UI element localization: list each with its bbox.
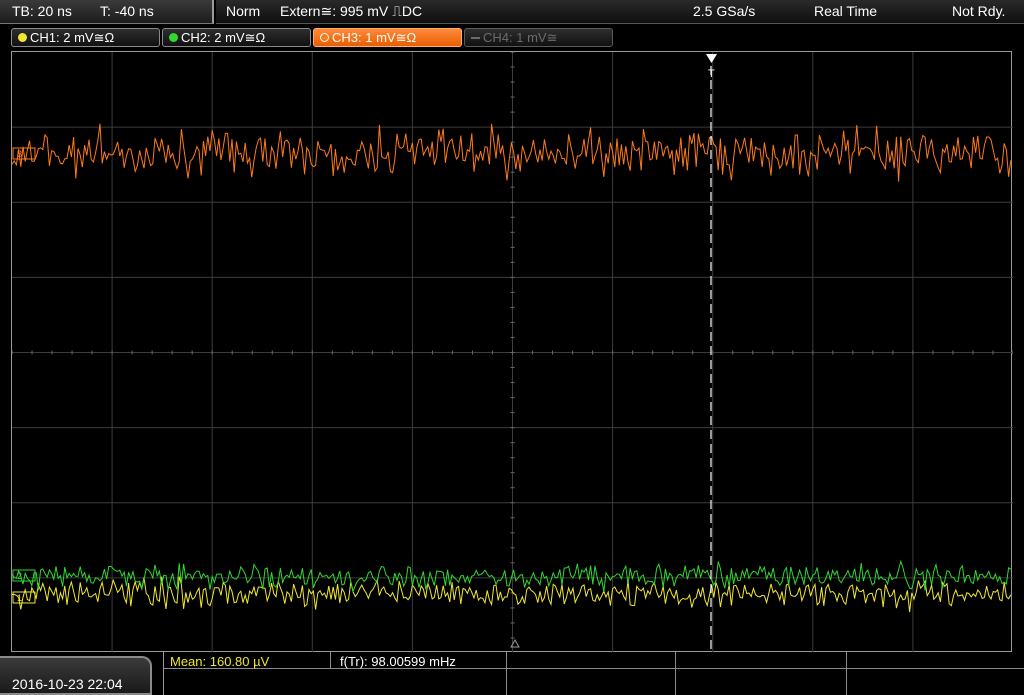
mean-measurement: Mean: 160.80 µV — [170, 654, 270, 669]
channel-2-label: CH2: 2 mV≅Ω — [181, 30, 266, 45]
channel-2-marker-label: 2 — [17, 571, 22, 581]
trigger-offset-value: T: -40 ns — [100, 3, 154, 19]
channel-2-button[interactable]: CH2: 2 mV≅Ω — [162, 28, 311, 47]
channel-2-waveform — [12, 559, 1012, 594]
channel-3-marker-label: 3 — [17, 149, 22, 159]
trigger-status-strip[interactable]: Norm Extern≅: 995 mV ⎍DC 2.5 GSa/s Real … — [216, 0, 1024, 24]
measurement-cell-mean: Mean: 160.80 µV — [164, 652, 331, 669]
channel-1-dot-icon — [18, 33, 27, 42]
measurement-cell-empty — [847, 652, 1024, 669]
bottom-bar: 2016-10-23 22:04 Mean: 160.80 µV f(Tr): … — [0, 652, 1024, 695]
channel-3-waveform — [12, 123, 1012, 182]
waveform-display[interactable]: T 3 2 1 — [11, 51, 1013, 653]
trigger-source: Extern≅: 995 mV ⎍DC — [280, 3, 423, 19]
measurement-cell-empty — [507, 652, 676, 669]
date-time-value: 2016-10-23 22:04 — [12, 676, 123, 692]
measurement-cell-empty — [676, 669, 847, 695]
trigger-mode: Norm — [226, 3, 261, 19]
channel-4-button[interactable]: CH4: 1 mV≅ — [464, 28, 613, 47]
trigger-position-label: T — [708, 68, 715, 80]
channel-3-button[interactable]: CH3: 1 mV≅Ω — [313, 28, 462, 47]
channel-4-dash-icon — [471, 37, 480, 39]
measurement-cell-empty — [164, 669, 507, 695]
channel-3-dot-icon — [320, 33, 329, 42]
waveform-svg: T 3 2 1 — [12, 52, 1013, 653]
measurement-cell-empty — [507, 669, 676, 695]
acquisition-mode: Real Time — [814, 3, 878, 19]
channel-1-marker-label: 1 — [17, 593, 22, 603]
channel-3-label: CH3: 1 mV≅Ω — [332, 30, 417, 45]
acquisition-status: Not Rdy. — [952, 3, 1006, 19]
timebase-value: TB: 20 ns — [12, 3, 72, 19]
channel-2-dot-icon — [169, 33, 178, 42]
channel-bar: CH1: 2 mV≅Ω CH2: 2 mV≅Ω CH3: 1 mV≅Ω CH4:… — [0, 26, 1024, 48]
measurement-cell-freq: f(Tr): 98.00599 mHz — [331, 652, 507, 669]
channel-1-label: CH1: 2 mV≅Ω — [30, 30, 115, 45]
measurement-cell-empty — [676, 652, 847, 669]
channel-4-label: CH4: 1 mV≅ — [483, 30, 558, 45]
date-time-panel[interactable]: 2016-10-23 22:04 — [0, 656, 152, 695]
top-status-bar: TB: 20 ns T: -40 ns Norm Extern≅: 995 mV… — [0, 0, 1024, 24]
trigger-frequency-measurement: f(Tr): 98.00599 mHz — [340, 654, 456, 669]
measurement-cell-empty — [847, 669, 1024, 695]
measurement-panel[interactable]: Mean: 160.80 µV f(Tr): 98.00599 mHz — [163, 652, 1024, 695]
channel-1-button[interactable]: CH1: 2 mV≅Ω — [11, 28, 160, 47]
trigger-position-arrow-icon[interactable] — [706, 54, 717, 63]
timebase-panel[interactable]: TB: 20 ns T: -40 ns — [0, 0, 214, 24]
sample-rate: 2.5 GSa/s — [693, 3, 756, 19]
